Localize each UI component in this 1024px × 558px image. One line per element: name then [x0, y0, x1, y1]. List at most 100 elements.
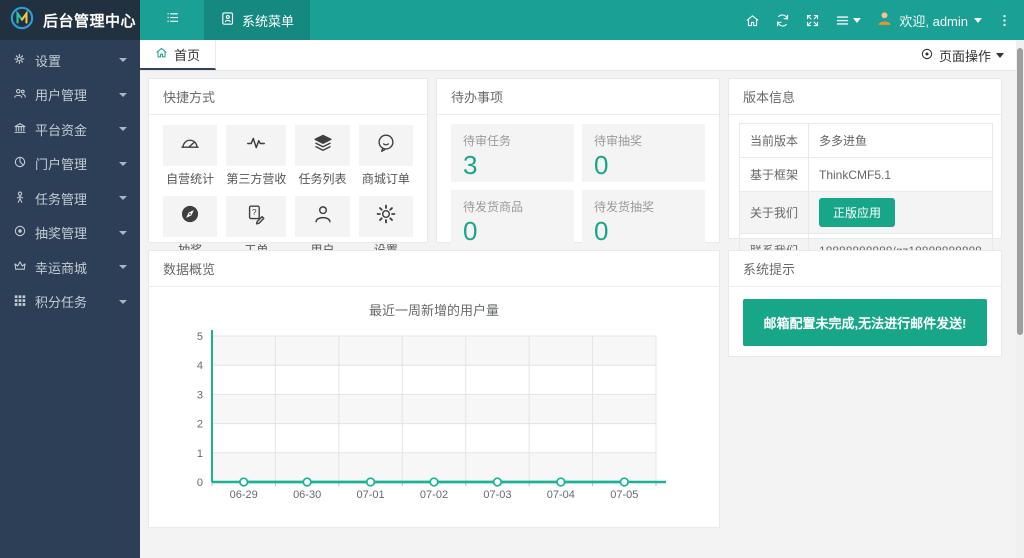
shortcut-icon-box[interactable]: [226, 125, 287, 166]
shortcut-icon-box[interactable]: ?: [226, 196, 287, 237]
topbar-right: 欢迎, admin: [745, 0, 1024, 40]
sidebar-item-label: 平台资金: [35, 122, 88, 138]
version-card: 版本信息 当前版本多多进鱼基于框架ThinkCMF5.1关于我们正版应用联系我们…: [728, 78, 1002, 268]
shortcut-mall-orders[interactable]: 商城订单: [358, 125, 413, 187]
todo-label: 待发货商品: [463, 200, 524, 214]
sidebar-item-label: 任务管理: [35, 191, 88, 207]
todo-count: 0: [594, 150, 609, 180]
pie-icon: [13, 155, 27, 172]
fullscreen-icon[interactable]: [805, 13, 820, 28]
todo-pending-ship-goods[interactable]: 待发货商品 0: [451, 190, 574, 248]
layout-menu-button[interactable]: [835, 13, 862, 28]
refresh-icon[interactable]: [775, 13, 790, 28]
crown-icon: [13, 259, 27, 276]
overview-card-title: 数据概览: [149, 251, 719, 287]
sidebar-item-user-management[interactable]: 用户管理: [0, 78, 140, 113]
notice-banner: 邮箱配置未完成,无法进行邮件发送!: [743, 299, 987, 346]
more-options-icon[interactable]: [997, 13, 1012, 28]
shortcut-self-stats[interactable]: 自营统计: [163, 125, 218, 187]
svg-text:07-05: 07-05: [610, 489, 638, 501]
shortcut-users[interactable]: 用户: [295, 196, 350, 258]
layers-icon: [312, 132, 334, 159]
svg-text:0: 0: [197, 477, 203, 489]
shortcut-work-order[interactable]: ?工单: [226, 196, 287, 258]
avatar-icon: [876, 10, 893, 30]
chevron-down-icon: [119, 265, 127, 270]
overview-card: 数据概览 最近一周新增的用户量 0 1 2 3 4 5 06-29 06-30 07-01 07-…: [148, 250, 720, 528]
shortcut-label: 商城订单: [361, 172, 410, 186]
caret-down-icon: [853, 17, 862, 23]
todo-pending-ship-lottery[interactable]: 待发货抽奖 0: [582, 190, 705, 248]
chart-title: 最近一周新增的用户量: [368, 303, 499, 318]
chevron-down-icon: [119, 299, 127, 304]
shortcut-label: 任务列表: [298, 172, 347, 186]
todo-count: 3: [463, 150, 478, 180]
welcome-text: 欢迎, admin: [899, 13, 968, 29]
todo-count: 0: [463, 216, 478, 246]
address-book-icon: [220, 11, 235, 29]
sidebar-item-lucky-mall[interactable]: 幸运商城: [0, 250, 140, 285]
sidebar-item-platform-funds[interactable]: 平台资金: [0, 112, 140, 147]
sidebar-item-label: 幸运商城: [35, 260, 88, 276]
shortcut-lottery[interactable]: 抽奖: [163, 196, 218, 258]
todo-pending-review-lottery[interactable]: 待审抽奖 0: [582, 124, 705, 182]
sidebar-item-task-management[interactable]: 任务管理: [0, 181, 140, 216]
sidebar-item-label: 积分任务: [35, 295, 88, 311]
chevron-down-icon: [119, 58, 127, 63]
caret-down-icon: [974, 17, 982, 23]
home-icon: [155, 46, 168, 62]
caret-down-icon: [996, 52, 1004, 58]
tab-home[interactable]: 首页: [140, 40, 217, 70]
shortcuts-card: 快捷方式 自营统计第三方营收任务列表商城订单抽奖?工单用户设置: [148, 78, 428, 257]
page-actions-dropdown[interactable]: 页面操作: [920, 40, 1004, 70]
svg-text:3: 3: [197, 389, 203, 401]
sidebar-item-label: 门户管理: [35, 157, 88, 173]
hamburger-icon: [835, 13, 850, 28]
sidebar-item-settings[interactable]: 设置: [0, 43, 140, 78]
app-logo-icon: [9, 5, 35, 36]
compass-icon: [179, 203, 201, 230]
chevron-down-icon: [119, 161, 127, 166]
todo-pending-review-tasks[interactable]: 待审任务 3: [451, 124, 574, 182]
pulse-icon: [245, 132, 267, 159]
shortcut-third-party-revenue[interactable]: 第三方营收: [226, 125, 287, 187]
sidebar-item-label: 用户管理: [35, 88, 88, 104]
shortcut-icon-box[interactable]: [295, 125, 350, 166]
svg-text:5: 5: [197, 331, 203, 343]
tab-home-label: 首页: [174, 47, 201, 63]
sidebar-item-points-tasks[interactable]: 积分任务: [0, 285, 140, 320]
logo-area[interactable]: 后台管理中心: [0, 0, 140, 40]
person-icon: [13, 190, 27, 207]
home-icon[interactable]: [745, 13, 760, 28]
scrollbar-thumb[interactable]: [1017, 48, 1023, 335]
notice-card: 系统提示 邮箱配置未完成,无法进行邮件发送!: [728, 250, 1002, 357]
todo-label: 待审任务: [463, 134, 512, 148]
sidebar-toggle-button[interactable]: [140, 0, 204, 40]
user-icon: [312, 203, 334, 230]
version-card-title: 版本信息: [729, 79, 1001, 115]
sidebar-item-portal-management[interactable]: 门户管理: [0, 147, 140, 182]
shortcut-label: 第三方营收: [226, 172, 287, 186]
shortcut-icon-box[interactable]: [295, 196, 350, 237]
shortcut-settings[interactable]: 设置: [358, 196, 413, 258]
version-row: 关于我们 正版应用: [738, 191, 993, 234]
sidebar-item-lottery-management[interactable]: 抽奖管理: [0, 216, 140, 251]
svg-text:07-01: 07-01: [357, 489, 385, 501]
gauge-icon: [179, 132, 201, 159]
user-menu[interactable]: 欢迎, admin: [876, 10, 982, 30]
version-row-value: ThinkCMF5.1: [808, 157, 993, 192]
shortcut-task-list[interactable]: 任务列表: [295, 125, 350, 187]
shortcut-icon-box[interactable]: [358, 196, 413, 237]
shortcut-label: 自营统计: [166, 172, 215, 186]
shortcut-icon-box[interactable]: [163, 196, 218, 237]
sidebar: 设置用户管理平台资金门户管理任务管理抽奖管理幸运商城积分任务: [0, 40, 140, 558]
version-row-label: 关于我们: [738, 191, 810, 234]
topbar-tab-system-menu[interactable]: 系统菜单: [204, 0, 311, 40]
scrollbar-track[interactable]: [1016, 40, 1024, 558]
page-actions-label: 页面操作: [938, 48, 991, 64]
users-icon: [13, 86, 27, 103]
svg-text:07-03: 07-03: [483, 489, 511, 501]
shortcut-icon-box[interactable]: [163, 125, 218, 166]
genuine-app-button[interactable]: 正版应用: [819, 198, 896, 227]
shortcut-icon-box[interactable]: [358, 125, 413, 166]
